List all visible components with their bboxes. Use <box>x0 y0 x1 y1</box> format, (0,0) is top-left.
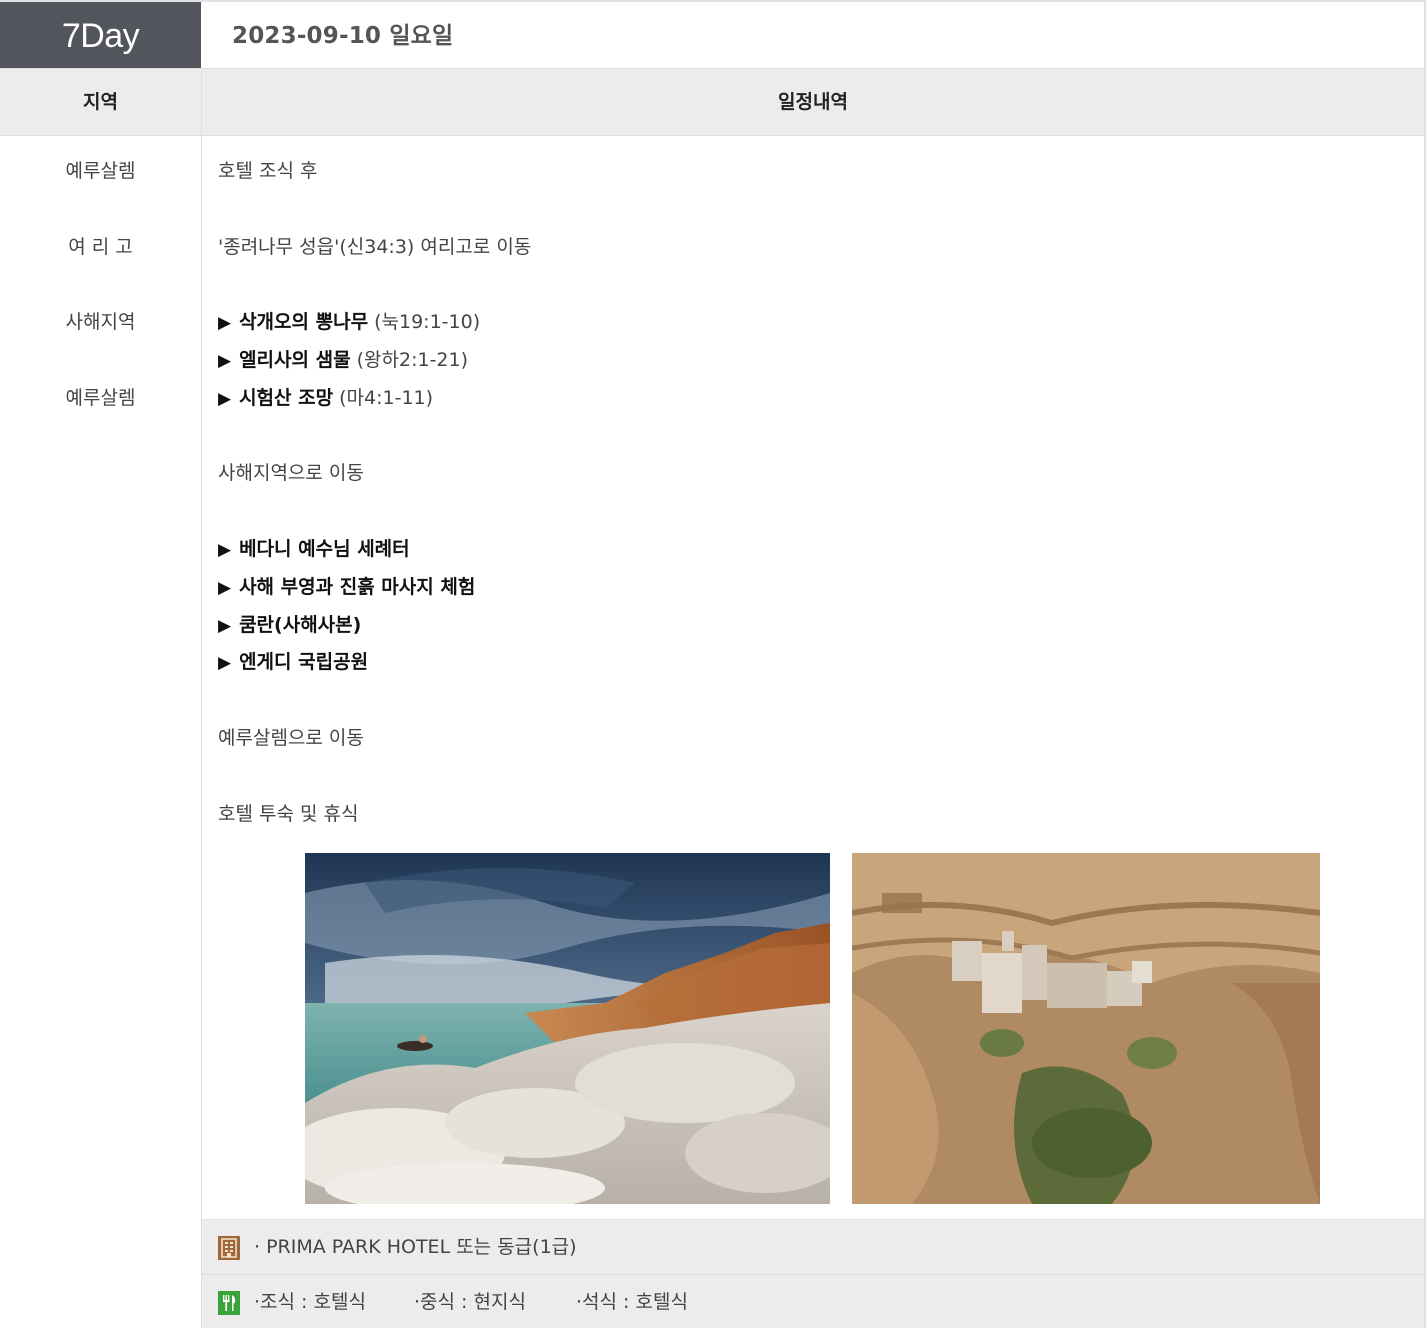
dinner-text: ·석식 : 호텔식 <box>576 1291 688 1313</box>
day-date: 2023-09-10 일요일 <box>232 23 454 49</box>
triangle-bullet-icon: ▶ <box>218 578 232 598</box>
region-item: 예루살렘 <box>65 160 136 182</box>
place-name: 엘리사의 샘물 <box>239 349 351 371</box>
hotel-row: · PRIMA PARK HOTEL 또는 동급(1급) <box>202 1219 1424 1274</box>
schedule-highlight: ▶ 쿰란(사해사본) <box>218 610 361 637</box>
schedule-line: 호텔 조식 후 <box>218 160 318 182</box>
triangle-bullet-icon: ▶ <box>218 653 232 673</box>
schedule-line: 예루살렘으로 이동 <box>218 727 364 749</box>
place-name: 엔게디 국립공원 <box>239 651 369 673</box>
schedule-line: 사해지역으로 이동 <box>218 462 364 484</box>
triangle-bullet-icon: ▶ <box>218 313 232 333</box>
place-name: 베다니 예수님 세례터 <box>239 538 410 560</box>
schedule-highlight: ▶ 삭개오의 뽕나무 (눅19:1-10) <box>218 307 480 334</box>
header-schedule: 일정내역 <box>778 91 848 113</box>
meal-icon <box>218 1291 240 1315</box>
region-item: 사해지역 <box>65 311 136 333</box>
header-region: 지역 <box>83 91 118 113</box>
table-header: 지역 일정내역 <box>0 68 1424 136</box>
region-item: 여 리 고 <box>68 236 133 258</box>
hotel-icon <box>218 1236 240 1260</box>
schedule-highlight: ▶ 사해 부영과 진흙 마사지 체험 <box>218 572 475 599</box>
schedule-line: 호텔 투숙 및 휴식 <box>218 803 359 825</box>
bible-reference: (눅19:1-10) <box>374 311 481 333</box>
day-badge: 7Day <box>0 2 201 70</box>
schedule-highlight: ▶ 시험산 조망 (마4:1-11) <box>218 383 433 410</box>
itinerary-day: 7Day 2023-09-10 일요일 지역 일정내역 예루살렘 여 리 고 사… <box>0 0 1426 1328</box>
schedule-highlight: ▶ 엘리사의 샘물 (왕하2:1-21) <box>218 345 468 372</box>
day-header: 7Day 2023-09-10 일요일 <box>0 0 1424 70</box>
triangle-bullet-icon: ▶ <box>218 616 232 636</box>
region-item: 예루살렘 <box>65 387 136 409</box>
triangle-bullet-icon: ▶ <box>218 540 232 560</box>
place-name: 쿰란(사해사본) <box>239 614 362 636</box>
hotel-text: · PRIMA PARK HOTEL 또는 동급(1급) <box>254 1236 577 1258</box>
schedule-highlight: ▶ 베다니 예수님 세례터 <box>218 534 410 561</box>
place-name: 사해 부영과 진흙 마사지 체험 <box>239 576 476 598</box>
meal-row: ·조식 : 호텔식 ·중식 : 현지식 ·석식 : 호텔식 <box>202 1274 1424 1328</box>
place-name: 삭개오의 뽕나무 <box>239 311 369 333</box>
schedule-highlight: ▶ 엔게디 국립공원 <box>218 647 368 674</box>
triangle-bullet-icon: ▶ <box>218 351 232 371</box>
dead-sea-photo <box>305 853 830 1204</box>
triangle-bullet-icon: ▶ <box>218 389 232 409</box>
place-name: 시험산 조망 <box>239 387 334 409</box>
bible-reference: (마4:1-11) <box>339 387 434 409</box>
lunch-text: ·중식 : 현지식 <box>414 1291 526 1313</box>
monastery-canyon-photo <box>852 853 1320 1204</box>
column-divider <box>201 70 202 1328</box>
bible-reference: (왕하2:1-21) <box>356 349 469 371</box>
breakfast-text: ·조식 : 호텔식 <box>254 1291 366 1313</box>
schedule-line: '종려나무 성읍'(신34:3) 여리고로 이동 <box>218 236 532 258</box>
